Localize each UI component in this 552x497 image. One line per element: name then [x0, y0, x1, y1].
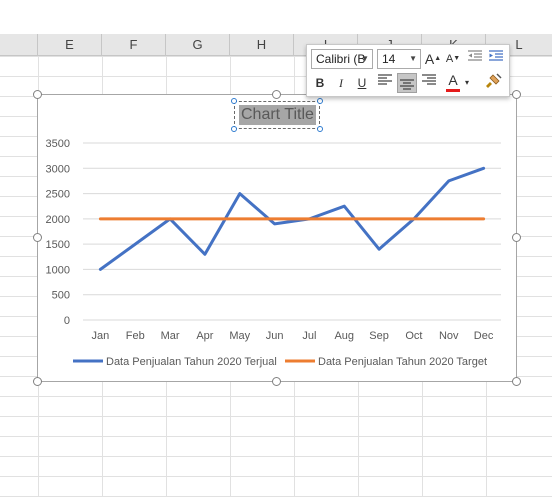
underline-button[interactable]: U [352, 73, 372, 93]
column-header-e[interactable]: E [38, 34, 102, 55]
increase-indent-button[interactable] [486, 49, 506, 69]
row-gridline [0, 456, 552, 457]
decrease-indent-button[interactable] [465, 49, 485, 69]
chevron-down-icon: ▼ [409, 54, 417, 63]
x-tick-label: Jan [92, 330, 110, 342]
y-tick-label: 1000 [46, 264, 70, 276]
increase-indent-icon [489, 50, 503, 61]
title-resize-handle[interactable] [231, 98, 237, 104]
x-tick-label: Mar [161, 330, 180, 342]
chevron-down-icon: ▾ [464, 78, 469, 87]
x-tick-label: Jul [302, 330, 316, 342]
chart-resize-handle-tr[interactable] [512, 90, 521, 99]
font-color-dropdown[interactable]: ▾ [462, 73, 472, 93]
x-tick-label: Oct [405, 330, 422, 342]
align-center-button[interactable] [397, 73, 417, 93]
title-resize-handle[interactable] [317, 126, 323, 132]
title-resize-handle[interactable] [231, 126, 237, 132]
italic-button[interactable]: I [331, 73, 351, 93]
format-painter-button[interactable] [483, 73, 503, 93]
chart-resize-handle-t[interactable] [272, 90, 281, 99]
y-tick-label: 0 [64, 315, 70, 327]
chevron-down-icon: ▼ [361, 54, 369, 63]
chart-resize-handle-r[interactable] [512, 233, 521, 242]
align-left-button[interactable] [375, 73, 395, 93]
column-header-h[interactable]: H [230, 34, 294, 55]
x-tick-label: Sep [369, 330, 389, 342]
font-size-value: 14 [382, 52, 396, 66]
bold-button[interactable]: B [310, 73, 330, 93]
row-gridline [0, 476, 552, 477]
mini-formatting-toolbar: Calibri (B ▼ 14 ▼ A▲ A▼ B I U A ▾ [306, 44, 510, 97]
row-gridline [0, 436, 552, 437]
align-right-icon [422, 74, 436, 85]
chart-resize-handle-br[interactable] [512, 377, 521, 386]
font-name-select[interactable]: Calibri (B ▼ [311, 49, 373, 69]
x-tick-label: Jun [266, 330, 284, 342]
chart-resize-handle-l[interactable] [33, 233, 42, 242]
row-gridline [0, 396, 552, 397]
shrink-font-button[interactable]: A▼ [443, 49, 463, 69]
y-tick-label: 3500 [46, 138, 70, 150]
align-right-button[interactable] [419, 73, 439, 93]
x-tick-label: Nov [439, 330, 459, 342]
x-tick-label: Aug [334, 330, 354, 342]
y-tick-label: 3000 [46, 163, 70, 175]
font-size-select[interactable]: 14 ▼ [377, 49, 421, 69]
title-resize-handle[interactable] [317, 98, 323, 104]
chart-resize-handle-tl[interactable] [33, 90, 42, 99]
legend-label: Data Penjualan Tahun 2020 Target [318, 356, 487, 368]
grow-font-button[interactable]: A▲ [423, 49, 443, 69]
x-tick-label: Apr [196, 330, 213, 342]
column-header-f[interactable]: F [102, 34, 166, 55]
font-color-swatch [446, 89, 460, 92]
y-tick-label: 1500 [46, 239, 70, 251]
row-gridline [0, 416, 552, 417]
x-tick-label: Dec [474, 330, 494, 342]
format-painter-icon [486, 73, 502, 88]
column-header-g[interactable]: G [166, 34, 230, 55]
ribbon-area [0, 0, 552, 34]
font-name-value: Calibri (B [316, 52, 366, 66]
chart-plot: 0 500 1000 1500 2000 2500 3000 3500 Jan Feb Mar Ap… [46, 138, 501, 368]
x-tick-label: May [229, 330, 250, 342]
decrease-indent-icon [468, 50, 482, 61]
align-left-icon [378, 74, 392, 85]
chart-resize-handle-bl[interactable] [33, 377, 42, 386]
chart-resize-handle-b[interactable] [272, 377, 281, 386]
chart-area[interactable]: 0 500 1000 1500 2000 2500 3000 3500 Jan Feb Mar Ap… [37, 94, 517, 382]
y-tick-label: 2500 [46, 189, 70, 201]
chart-title-box[interactable]: Chart Title [231, 98, 323, 132]
y-tick-label: 2000 [46, 214, 70, 226]
x-tick-label: Feb [126, 330, 145, 342]
grow-font-icon: A [424, 51, 435, 67]
y-tick-label: 500 [52, 290, 70, 302]
font-color-button[interactable]: A [443, 71, 463, 92]
legend-label: Data Penjualan Tahun 2020 Terjual [106, 356, 277, 368]
font-color-icon: A [448, 72, 458, 88]
align-center-icon [400, 79, 414, 90]
chart-title[interactable]: Chart Title [239, 105, 316, 125]
column-header-d[interactable] [0, 34, 38, 55]
